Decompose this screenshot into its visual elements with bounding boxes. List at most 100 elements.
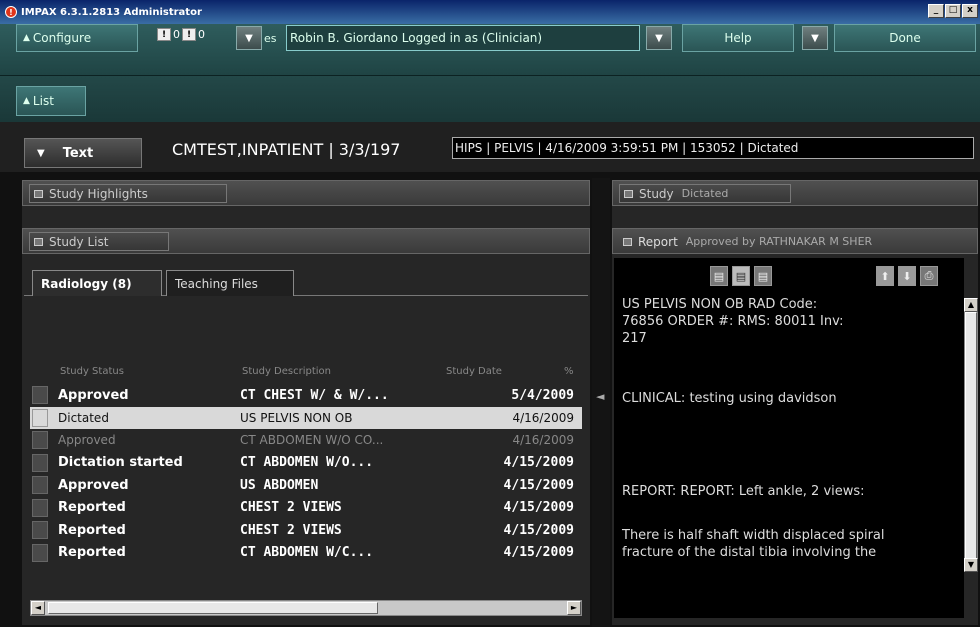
alert-indicators[interactable]: ! 0 ! 0 <box>157 28 205 41</box>
study-date-cell: 4/15/2009 <box>503 522 574 538</box>
list-label: List <box>32 94 54 108</box>
study-status-icon <box>32 431 48 449</box>
study-info-bar: HIPS | PELVIS | 4/16/2009 3:59:51 PM | 1… <box>452 137 974 159</box>
warning-icon: ! <box>182 28 196 41</box>
app-icon: ! <box>5 6 17 18</box>
column-header-date[interactable]: Study Date <box>446 366 502 377</box>
study-header[interactable]: Study Dictated <box>612 180 978 206</box>
table-row[interactable]: Dictated US PELVIS NON OB 4/16/2009 <box>30 406 582 429</box>
help-button[interactable]: Help <box>682 24 794 52</box>
arrow-down-icon[interactable]: ⬇ <box>898 266 916 286</box>
study-description-cell: US ABDOMEN <box>240 477 319 493</box>
study-date-cell: 5/4/2009 <box>511 387 574 403</box>
study-description-cell: US PELVIS NON OB <box>240 410 353 425</box>
scroll-right-icon[interactable]: ► <box>567 601 581 615</box>
chevron-down-icon[interactable]: ▼ <box>236 26 262 50</box>
report-clinical: CLINICAL: testing using davidson <box>622 391 837 406</box>
configure-label: Configure <box>32 31 92 45</box>
study-status-icon <box>32 453 48 472</box>
horizontal-scroll-thumb[interactable] <box>48 602 378 614</box>
study-status-icon <box>32 476 48 494</box>
table-row[interactable]: Reported CHEST 2 VIEWS 4/15/2009 <box>30 519 582 541</box>
study-status-icon <box>32 408 48 427</box>
study-date-cell: 4/15/2009 <box>503 477 574 493</box>
table-row[interactable]: Approved US ABDOMEN 4/15/2009 <box>30 474 582 496</box>
print-icon[interactable]: ⎙ <box>920 266 938 286</box>
warning-icon: ! <box>157 28 171 41</box>
study-date-cell: 4/15/2009 <box>503 455 574 470</box>
study-date-cell: 4/15/2009 <box>503 545 574 560</box>
tab-teaching-files[interactable]: Teaching Files <box>166 270 294 296</box>
study-description-cell: CT ABDOMEN W/O... <box>240 455 374 470</box>
study-status-cell: Reported <box>58 500 126 515</box>
arrow-up-icon[interactable]: ⬆ <box>876 266 894 286</box>
table-row[interactable]: Approved CT CHEST W/ & W/... 5/4/2009 <box>30 384 582 406</box>
alert-suffix: es <box>264 32 277 45</box>
report-line-2: 76856 ORDER #: RMS: 80011 Inv: <box>622 314 844 329</box>
study-date-cell: 4/16/2009 <box>512 433 574 447</box>
study-description-cell: CT ABDOMEN W/O CO... <box>240 433 384 447</box>
column-header-status[interactable]: Study Status <box>60 366 124 377</box>
alert-count-1: 0 <box>173 28 180 41</box>
study-highlights-label: Study Highlights <box>49 186 148 201</box>
patient-name: CMTEST,INPATIENT | 3/3/197 <box>172 140 401 159</box>
study-status-cell: Reported <box>58 522 126 538</box>
study-status-icon <box>32 498 48 517</box>
study-status-icon <box>32 386 48 404</box>
study-status-icon <box>32 521 48 539</box>
study-status-cell: Approved <box>58 387 129 403</box>
column-header-description[interactable]: Study Description <box>242 366 331 377</box>
study-description-cell: CT ABDOMEN W/C... <box>240 545 374 560</box>
tab-radiology[interactable]: Radiology (8) <box>32 270 162 296</box>
minimize-button[interactable]: _ <box>928 4 944 18</box>
study-description-cell: CHEST 2 VIEWS <box>240 522 342 538</box>
text-button[interactable]: ▼ Text <box>24 138 142 168</box>
close-button[interactable]: x <box>962 4 978 18</box>
document-alt-icon[interactable]: ▤ <box>754 266 772 286</box>
study-status-cell: Dictated <box>58 410 109 425</box>
report-status: Approved by RATHNAKAR M SHER <box>685 235 873 248</box>
chevron-down-icon[interactable]: ▼ <box>802 26 828 50</box>
collapse-icon <box>34 189 43 198</box>
document-icon[interactable]: ▤ <box>710 266 728 286</box>
report-header[interactable]: Report Approved by RATHNAKAR M SHER <box>612 228 978 254</box>
study-list-label: Study List <box>49 234 109 249</box>
collapse-left-icon[interactable]: ◄ <box>596 390 604 403</box>
study-description-cell: CHEST 2 VIEWS <box>240 500 342 515</box>
scroll-up-icon[interactable]: ▲ <box>964 298 978 312</box>
table-row[interactable]: Reported CT ABDOMEN W/C... 4/15/2009 <box>30 542 582 564</box>
list-toolbar <box>0 76 980 122</box>
collapse-icon <box>624 189 633 198</box>
vertical-scroll-thumb[interactable] <box>965 312 977 562</box>
done-button[interactable]: Done <box>834 24 976 52</box>
report-finding-line-1: There is half shaft width displaced spir… <box>622 528 885 543</box>
window-title: IMPAX 6.3.1.2813 Administrator <box>21 6 202 18</box>
study-status: Dictated <box>681 187 729 200</box>
scroll-down-icon[interactable]: ▼ <box>964 558 978 572</box>
report-label: Report <box>638 234 678 249</box>
table-row[interactable]: Reported CHEST 2 VIEWS 4/15/2009 <box>30 497 582 519</box>
report-line-1: US PELVIS NON OB RAD Code: <box>622 297 818 312</box>
study-status-cell: Approved <box>58 477 129 493</box>
table-row[interactable]: Approved CT ABDOMEN W/O CO... 4/16/2009 <box>30 429 582 451</box>
column-header-percent[interactable]: % <box>564 366 574 377</box>
list-button[interactable]: ▲ List <box>16 86 86 116</box>
study-description-cell: CT CHEST W/ & W/... <box>240 387 389 403</box>
study-date-cell: 4/16/2009 <box>512 410 574 425</box>
collapse-icon <box>34 237 43 246</box>
study-highlights-header[interactable]: Study Highlights <box>22 180 590 206</box>
table-row[interactable]: Dictation started CT ABDOMEN W/O... 4/15/2… <box>30 452 582 474</box>
scroll-left-icon[interactable]: ◄ <box>31 601 45 615</box>
collapse-icon <box>623 237 632 246</box>
user-status-field[interactable]: Robin B. Giordano Logged in as (Clinicia… <box>286 25 640 51</box>
study-status-cell: Dictation started <box>58 455 183 470</box>
report-line-3: 217 <box>622 331 647 346</box>
study-date-cell: 4/15/2009 <box>503 500 574 515</box>
maximize-button[interactable]: □ <box>945 4 961 18</box>
chevron-down-icon[interactable]: ▼ <box>646 26 672 50</box>
study-list-header[interactable]: Study List <box>22 228 590 254</box>
report-finding-line-2: fracture of the distal tibia involving t… <box>622 545 877 560</box>
study-label: Study <box>639 186 674 201</box>
document-selected-icon[interactable]: ▤ <box>732 266 750 286</box>
configure-button[interactable]: ▲ Configure <box>16 24 138 52</box>
